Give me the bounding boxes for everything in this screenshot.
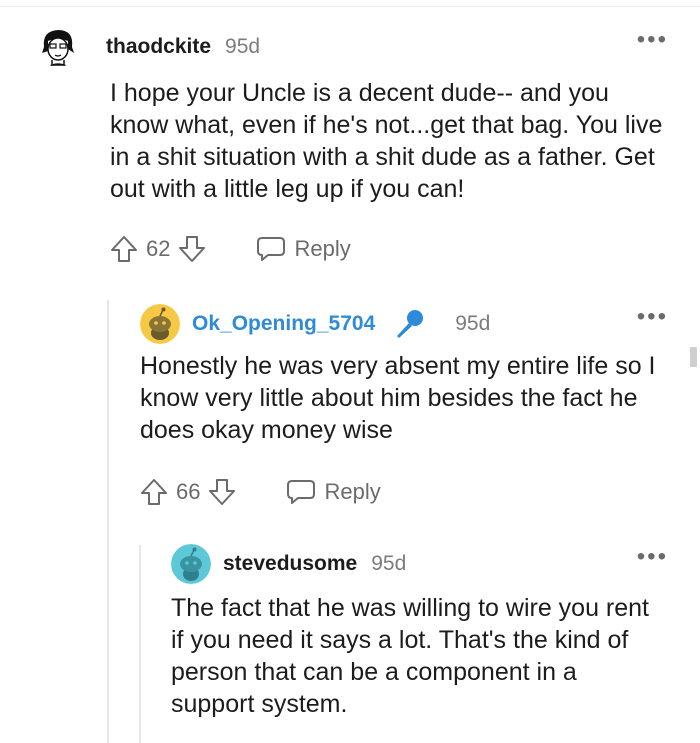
comment-actions: 66 Reply xyxy=(140,478,668,506)
top-divider xyxy=(0,0,700,7)
yellow-snoo-avatar[interactable] xyxy=(140,304,180,344)
comment: thaodckite 95d ••• I hope your Uncle is … xyxy=(38,27,668,263)
comment-actions: 62 Reply xyxy=(110,235,668,263)
more-options-icon[interactable]: ••• xyxy=(637,545,668,569)
comment-age: 95d xyxy=(225,35,261,58)
upvote-icon[interactable] xyxy=(140,478,168,506)
comment-body: Honestly he was very absent my entire li… xyxy=(140,352,656,444)
username[interactable]: thaodckite xyxy=(106,35,211,59)
comment-header: stevedusome 95d ••• xyxy=(171,544,668,584)
downvote-icon[interactable] xyxy=(178,235,206,263)
vote-count: 66 xyxy=(176,479,201,504)
username[interactable]: Ok_Opening_5704 xyxy=(192,312,375,336)
username[interactable]: stevedusome xyxy=(223,552,357,576)
microphone-icon xyxy=(393,308,425,340)
reply-button[interactable]: Reply xyxy=(286,479,381,505)
scrollbar-thumb[interactable] xyxy=(690,347,697,367)
downvote-icon[interactable] xyxy=(208,478,236,506)
comment-header: Ok_Opening_5704 95d ••• xyxy=(140,304,668,344)
upvote-icon[interactable] xyxy=(110,235,138,263)
vote-count: 62 xyxy=(146,236,171,261)
comment: stevedusome 95d ••• The fact that he was… xyxy=(171,544,668,720)
thread-line-level-2[interactable] xyxy=(139,545,141,743)
comment-header: thaodckite 95d ••• xyxy=(38,27,668,67)
more-options-icon[interactable]: ••• xyxy=(637,305,668,329)
reply-label: Reply xyxy=(324,479,381,504)
comment-bubble-icon xyxy=(287,480,316,504)
thread-line-level-1[interactable] xyxy=(107,300,109,743)
comment-age: 95d xyxy=(371,552,407,575)
reply-label: Reply xyxy=(294,236,351,261)
comment-body: The fact that he was willing to wire you… xyxy=(171,594,650,718)
comment-body: I hope your Uncle is a decent dude-- and… xyxy=(110,79,663,203)
reply-button[interactable]: Reply xyxy=(256,236,351,262)
teal-snoo-avatar[interactable] xyxy=(171,544,211,584)
comment-bubble-icon xyxy=(257,237,286,261)
more-options-icon[interactable]: ••• xyxy=(637,28,668,52)
comment-age: 95d xyxy=(455,312,491,335)
comment: Ok_Opening_5704 95d ••• Honestly he was … xyxy=(140,304,668,506)
character-sketch-avatar[interactable] xyxy=(38,27,78,67)
